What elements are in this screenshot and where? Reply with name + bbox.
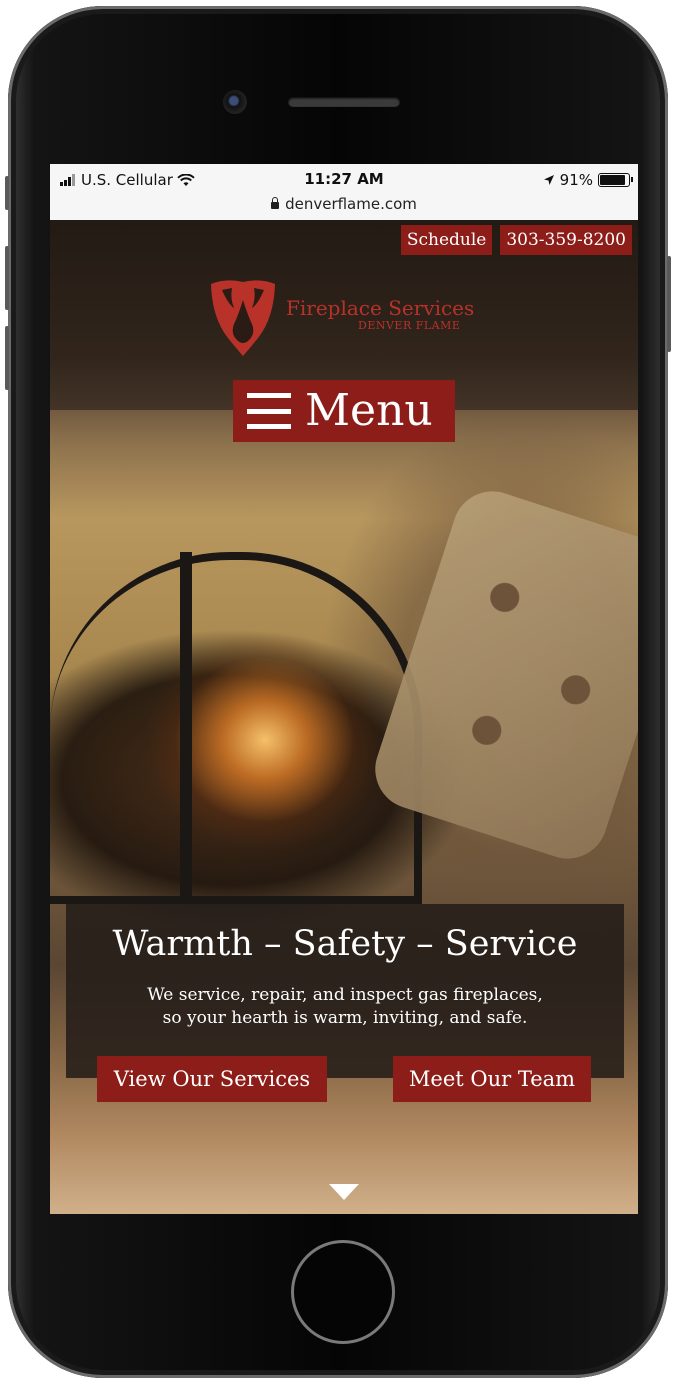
- logo-subtitle: DENVER FLAME: [358, 319, 461, 332]
- phone-power-button: [667, 256, 671, 352]
- hero-panel: Warmth – Safety – Service We service, re…: [66, 904, 624, 1078]
- view-services-button[interactable]: View Our Services: [97, 1056, 327, 1102]
- menu-button[interactable]: Menu: [233, 380, 455, 442]
- site-logo[interactable]: Fireplace Services DENVER FLAME: [208, 278, 488, 358]
- url-text: denverflame.com: [285, 195, 417, 213]
- meet-team-button[interactable]: Meet Our Team: [393, 1056, 591, 1102]
- logo-title: Fireplace Services: [286, 296, 475, 320]
- lock-icon: [271, 197, 280, 209]
- status-right: 91%: [543, 171, 633, 189]
- url-bar[interactable]: denverflame.com: [50, 195, 638, 213]
- phone-volume-up: [5, 246, 9, 310]
- speaker-grille: [288, 97, 400, 107]
- fireplace-door-frame: [180, 552, 192, 904]
- flame-shield-icon: [211, 280, 275, 356]
- hero-tagline: We service, repair, and inspect gas fire…: [106, 984, 584, 1030]
- phone-screen: U.S. Cellular 11:27 AM 91% denverflame.c…: [50, 164, 638, 1214]
- fireplace-image: [50, 552, 422, 904]
- phone-button[interactable]: 303-359-8200: [500, 225, 632, 255]
- phone-side-button: [5, 176, 9, 210]
- tagline-line-2: so your hearth is warm, inviting, and sa…: [162, 1008, 528, 1028]
- menu-label: Menu: [305, 385, 433, 436]
- top-actions: Schedule 303-359-8200: [400, 225, 632, 255]
- battery-percent: 91%: [559, 171, 593, 189]
- battery-icon: [598, 173, 633, 187]
- schedule-button[interactable]: Schedule: [400, 225, 493, 255]
- hero-headline: Warmth – Safety – Service: [112, 924, 578, 964]
- status-bar: U.S. Cellular 11:27 AM 91% denverflame.c…: [50, 164, 638, 220]
- tagline-line-1: We service, repair, and inspect gas fire…: [147, 985, 543, 1005]
- hamburger-icon: [247, 393, 291, 429]
- camera-icon: [223, 90, 247, 114]
- chevron-down-icon[interactable]: [329, 1184, 359, 1200]
- home-button[interactable]: [291, 1240, 395, 1344]
- phone-volume-down: [5, 326, 9, 390]
- location-icon: [543, 175, 554, 185]
